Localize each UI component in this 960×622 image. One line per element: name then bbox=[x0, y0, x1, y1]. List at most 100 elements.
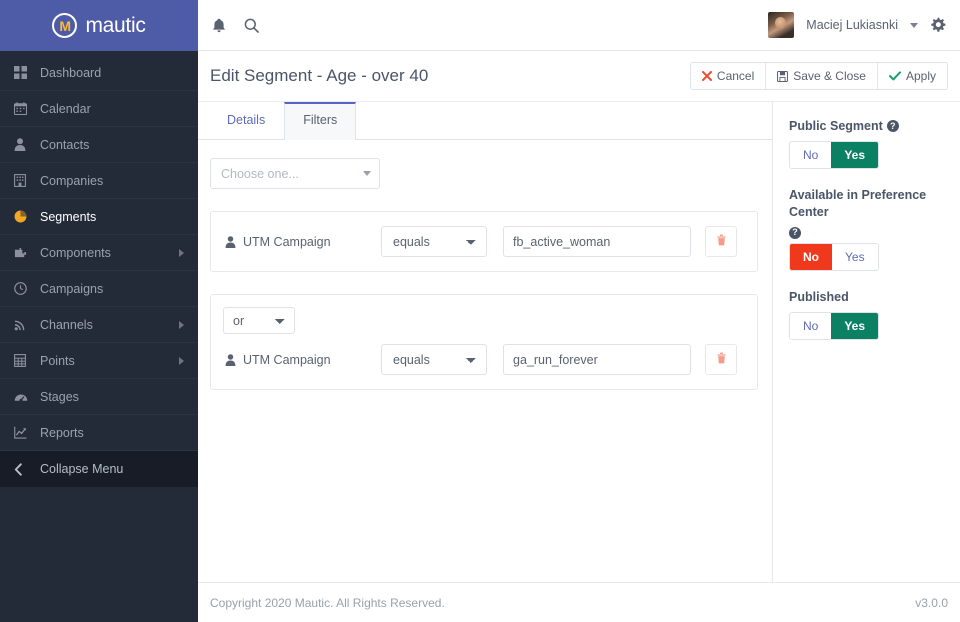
trash-icon bbox=[716, 351, 727, 369]
tab-details[interactable]: Details bbox=[208, 102, 284, 139]
add-filter-placeholder: Choose one... bbox=[221, 166, 299, 181]
preference-center-label: Available in Preference Center ? bbox=[789, 187, 946, 239]
brand-logo[interactable]: M mautic bbox=[0, 0, 198, 51]
sidebar-item-calendar[interactable]: Calendar bbox=[0, 91, 198, 127]
collapse-menu-label: Collapse Menu bbox=[40, 462, 124, 476]
chevron-down-icon[interactable] bbox=[910, 22, 918, 28]
line-chart-icon bbox=[14, 426, 40, 439]
chevron-right-icon bbox=[179, 320, 184, 329]
main-sidebar: M mautic Dashboard Calendar Contacts Com… bbox=[0, 0, 198, 622]
published-toggle[interactable]: No Yes bbox=[789, 311, 880, 340]
apply-button[interactable]: Apply bbox=[877, 63, 947, 89]
save-and-close-label: Save & Close bbox=[793, 69, 866, 83]
calendar-icon bbox=[14, 102, 40, 115]
page-actions: Cancel Save & Close Apply bbox=[689, 62, 948, 90]
help-icon[interactable]: ? bbox=[886, 120, 899, 132]
filter-field-label: UTM Campaign bbox=[225, 235, 381, 249]
filter-field-label: UTM Campaign bbox=[225, 353, 381, 367]
delete-filter-button[interactable] bbox=[705, 344, 737, 375]
sidebar-item-label: Points bbox=[40, 353, 75, 368]
sidebar-item-label: Calendar bbox=[40, 101, 91, 116]
sidebar-item-channels[interactable]: Channels bbox=[0, 307, 198, 343]
filter-condition-select[interactable]: equals bbox=[381, 226, 487, 257]
preference-center-no[interactable]: No bbox=[790, 243, 832, 270]
sidebar-item-label: Reports bbox=[40, 425, 84, 440]
published-label: Published bbox=[789, 289, 946, 306]
sidebar-item-segments[interactable]: Segments bbox=[0, 199, 198, 235]
user-name: Maciej Lukiasnki bbox=[806, 18, 898, 32]
sidebar-item-stages[interactable]: Stages bbox=[0, 379, 198, 415]
save-and-close-button[interactable]: Save & Close bbox=[766, 63, 878, 89]
published-yes[interactable]: Yes bbox=[831, 312, 879, 339]
filter-value-input[interactable] bbox=[503, 226, 691, 257]
published-text: Published bbox=[789, 289, 849, 304]
grid-icon bbox=[14, 66, 40, 79]
top-bar: Maciej Lukiasnki bbox=[198, 0, 960, 51]
sidebar-item-label: Channels bbox=[40, 317, 93, 332]
sidebar-item-campaigns[interactable]: Campaigns bbox=[0, 271, 198, 307]
tab-filters[interactable]: Filters bbox=[284, 102, 357, 140]
chevron-down-icon bbox=[363, 171, 371, 176]
gauge-icon bbox=[14, 390, 40, 403]
pie-chart-icon bbox=[14, 210, 40, 223]
sidebar-item-components[interactable]: Components bbox=[0, 235, 198, 271]
published-no[interactable]: No bbox=[790, 312, 832, 339]
sidebar-item-label: Stages bbox=[40, 389, 79, 404]
logo-letter: M bbox=[59, 17, 71, 34]
cancel-label: Cancel bbox=[716, 69, 755, 83]
collapse-menu-button[interactable]: Collapse Menu bbox=[0, 451, 198, 487]
filter-glue-select[interactable]: or bbox=[223, 307, 295, 334]
version-text: v3.0.0 bbox=[915, 595, 948, 610]
help-icon[interactable]: ? bbox=[789, 226, 801, 239]
search-icon[interactable] bbox=[244, 18, 259, 33]
preference-center-yes[interactable]: Yes bbox=[832, 243, 878, 270]
content-wrapper: Details Filters Choose one... UTM Campai… bbox=[198, 102, 960, 582]
add-filter-select[interactable]: Choose one... bbox=[210, 158, 380, 189]
main-area: Maciej Lukiasnki Edit Segment - Age - ov… bbox=[198, 0, 960, 622]
delete-filter-button[interactable] bbox=[705, 226, 737, 257]
chevron-right-icon bbox=[179, 356, 184, 365]
filter-value-input[interactable] bbox=[503, 344, 691, 375]
sidebar-item-points[interactable]: Points bbox=[0, 343, 198, 379]
chevron-right-icon bbox=[179, 248, 184, 257]
sidebar-item-reports[interactable]: Reports bbox=[0, 415, 198, 451]
public-segment-no[interactable]: No bbox=[790, 141, 832, 168]
puzzle-icon bbox=[14, 246, 40, 259]
gear-icon[interactable] bbox=[930, 17, 946, 33]
filter-condition-select[interactable]: equals bbox=[381, 344, 487, 375]
sidebar-item-contacts[interactable]: Contacts bbox=[0, 127, 198, 163]
sidebar-item-label: Companies bbox=[40, 173, 104, 188]
page-title: Edit Segment - Age - over 40 bbox=[210, 66, 429, 85]
page-header: Edit Segment - Age - over 40 Cancel Save… bbox=[198, 51, 960, 102]
calculator-icon bbox=[14, 354, 40, 367]
public-segment-toggle[interactable]: No Yes bbox=[789, 140, 880, 169]
sidebar-item-label: Contacts bbox=[40, 137, 90, 152]
filter-row: UTM Campaign equals bbox=[221, 340, 747, 379]
filter-group: or UTM Campaign equals bbox=[210, 294, 758, 390]
chevron-left-icon bbox=[14, 462, 40, 476]
user-menu[interactable]: Maciej Lukiasnki bbox=[768, 12, 946, 38]
filter-field-name: UTM Campaign bbox=[243, 352, 331, 367]
person-icon bbox=[225, 235, 236, 248]
top-bar-icons bbox=[212, 18, 259, 33]
preference-center-toggle[interactable]: No Yes bbox=[789, 242, 879, 271]
save-icon bbox=[777, 70, 789, 82]
filter-row: UTM Campaign equals bbox=[221, 222, 747, 261]
sidebar-nav: Dashboard Calendar Contacts Companies Se… bbox=[0, 51, 198, 555]
avatar bbox=[768, 12, 795, 38]
public-segment-label: Public Segment ? bbox=[789, 118, 946, 135]
sidebar-item-dashboard[interactable]: Dashboard bbox=[0, 55, 198, 91]
filter-group: UTM Campaign equals bbox=[210, 211, 758, 272]
sidebar-filler bbox=[0, 554, 198, 622]
copyright-text: Copyright 2020 Mautic. All Rights Reserv… bbox=[210, 595, 445, 610]
cancel-button[interactable]: Cancel bbox=[690, 63, 767, 89]
rss-icon bbox=[14, 318, 40, 331]
bell-icon[interactable] bbox=[212, 18, 226, 33]
public-segment-yes[interactable]: Yes bbox=[831, 141, 879, 168]
filters-panel: Details Filters Choose one... UTM Campai… bbox=[198, 102, 773, 582]
trash-icon bbox=[716, 233, 727, 251]
tab-bar: Details Filters bbox=[198, 102, 772, 140]
public-segment-text: Public Segment bbox=[789, 119, 883, 133]
sidebar-item-companies[interactable]: Companies bbox=[0, 163, 198, 199]
preference-center-text: Available in Preference Center bbox=[789, 187, 927, 219]
